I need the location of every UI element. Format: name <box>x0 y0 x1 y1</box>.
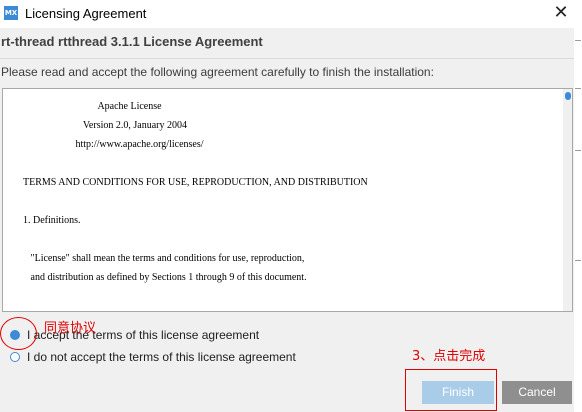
annotation-agree-note: 同意协议 <box>44 321 97 336</box>
instructions-text: Please read and accept the following agr… <box>1 65 434 79</box>
window-title: Licensing Agreement <box>25 6 147 21</box>
license-scrollbar[interactable] <box>563 89 572 311</box>
header-divider <box>0 58 574 59</box>
background-window-edge <box>574 0 582 412</box>
app-logo-icon: MX <box>4 6 18 20</box>
close-icon[interactable]: ✕ <box>550 2 572 24</box>
decline-label[interactable]: I do not accept the terms of this licens… <box>27 350 296 364</box>
annotation-rectangle <box>405 369 497 411</box>
license-text-area[interactable]: Apache License Version 2.0, January 2004… <box>2 88 573 312</box>
annotation-finish-note: 3、点击完成 <box>412 349 486 364</box>
scrollbar-thumb[interactable] <box>565 92 571 100</box>
page-title: rt-thread rtthread 3.1.1 License Agreeme… <box>1 34 263 49</box>
license-text: Apache License Version 2.0, January 2004… <box>23 101 368 311</box>
edge-tick <box>575 150 581 151</box>
licensing-dialog: MX Licensing Agreement ✕ rt-thread rtthr… <box>0 0 574 412</box>
cancel-button[interactable]: Cancel <box>502 381 572 404</box>
edge-tick <box>575 40 581 41</box>
title-bar: MX Licensing Agreement ✕ <box>0 0 574 28</box>
edge-tick <box>575 88 581 89</box>
annotation-circle <box>0 317 37 350</box>
edge-tick <box>575 260 581 261</box>
decline-radio[interactable] <box>10 352 20 362</box>
